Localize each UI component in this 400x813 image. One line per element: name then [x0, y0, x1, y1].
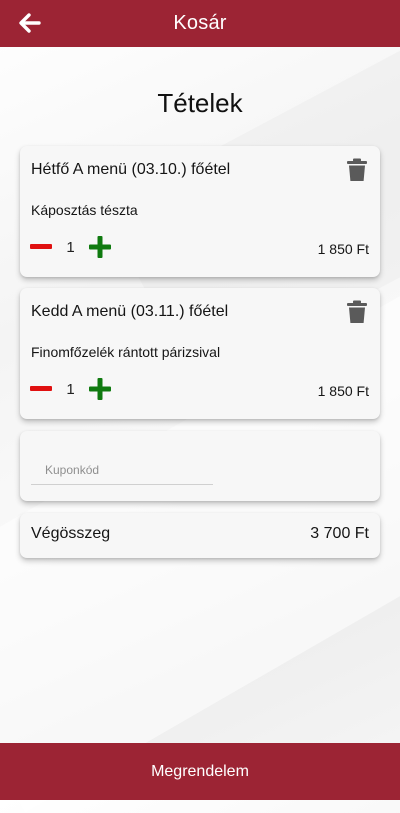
- trash-icon: [347, 158, 367, 181]
- trash-icon: [347, 300, 367, 323]
- coupon-input[interactable]: [31, 456, 213, 485]
- item-description: Káposztás tészta: [31, 202, 138, 218]
- item-name: Hétfő A menü (03.10.) főétel: [31, 161, 231, 178]
- increase-quantity-button[interactable]: [88, 377, 112, 401]
- minus-icon: [30, 386, 52, 391]
- quantity-stepper: 1: [29, 376, 112, 402]
- total-label: Végösszeg: [31, 525, 111, 542]
- item-price: 1 850 Ft: [317, 383, 369, 399]
- decrease-quantity-button[interactable]: [29, 377, 53, 401]
- delete-item-button[interactable]: [346, 300, 368, 324]
- back-button[interactable]: [16, 9, 44, 37]
- item-price: 1 850 Ft: [317, 241, 369, 257]
- decrease-quantity-button[interactable]: [29, 235, 53, 259]
- plus-icon: [89, 236, 111, 258]
- quantity-value: 1: [66, 380, 75, 398]
- order-button-label: Megrendelem: [151, 762, 249, 780]
- app-header: Kosár: [0, 0, 400, 47]
- delete-item-button[interactable]: [346, 158, 368, 182]
- quantity-value: 1: [66, 238, 75, 256]
- cart-item-card: Kedd A menü (03.11.) főétel Finomfőzelék…: [20, 288, 380, 419]
- plus-icon: [89, 378, 111, 400]
- header-title: Kosár: [173, 12, 227, 34]
- total-value: 3 700 Ft: [310, 525, 369, 542]
- page-title: Tételek: [157, 88, 243, 118]
- arrow-left-icon: [19, 13, 41, 33]
- minus-icon: [30, 244, 52, 249]
- increase-quantity-button[interactable]: [88, 235, 112, 259]
- cart-item-card: Hétfő A menü (03.10.) főétel Káposztás t…: [20, 146, 380, 277]
- item-description: Finomfőzelék rántott párizsival: [31, 344, 221, 360]
- order-button[interactable]: Megrendelem: [0, 743, 400, 800]
- total-card: Végösszeg 3 700 Ft: [20, 513, 380, 558]
- coupon-card: [20, 431, 380, 501]
- item-name: Kedd A menü (03.11.) főétel: [31, 303, 229, 320]
- quantity-stepper: 1: [29, 234, 112, 260]
